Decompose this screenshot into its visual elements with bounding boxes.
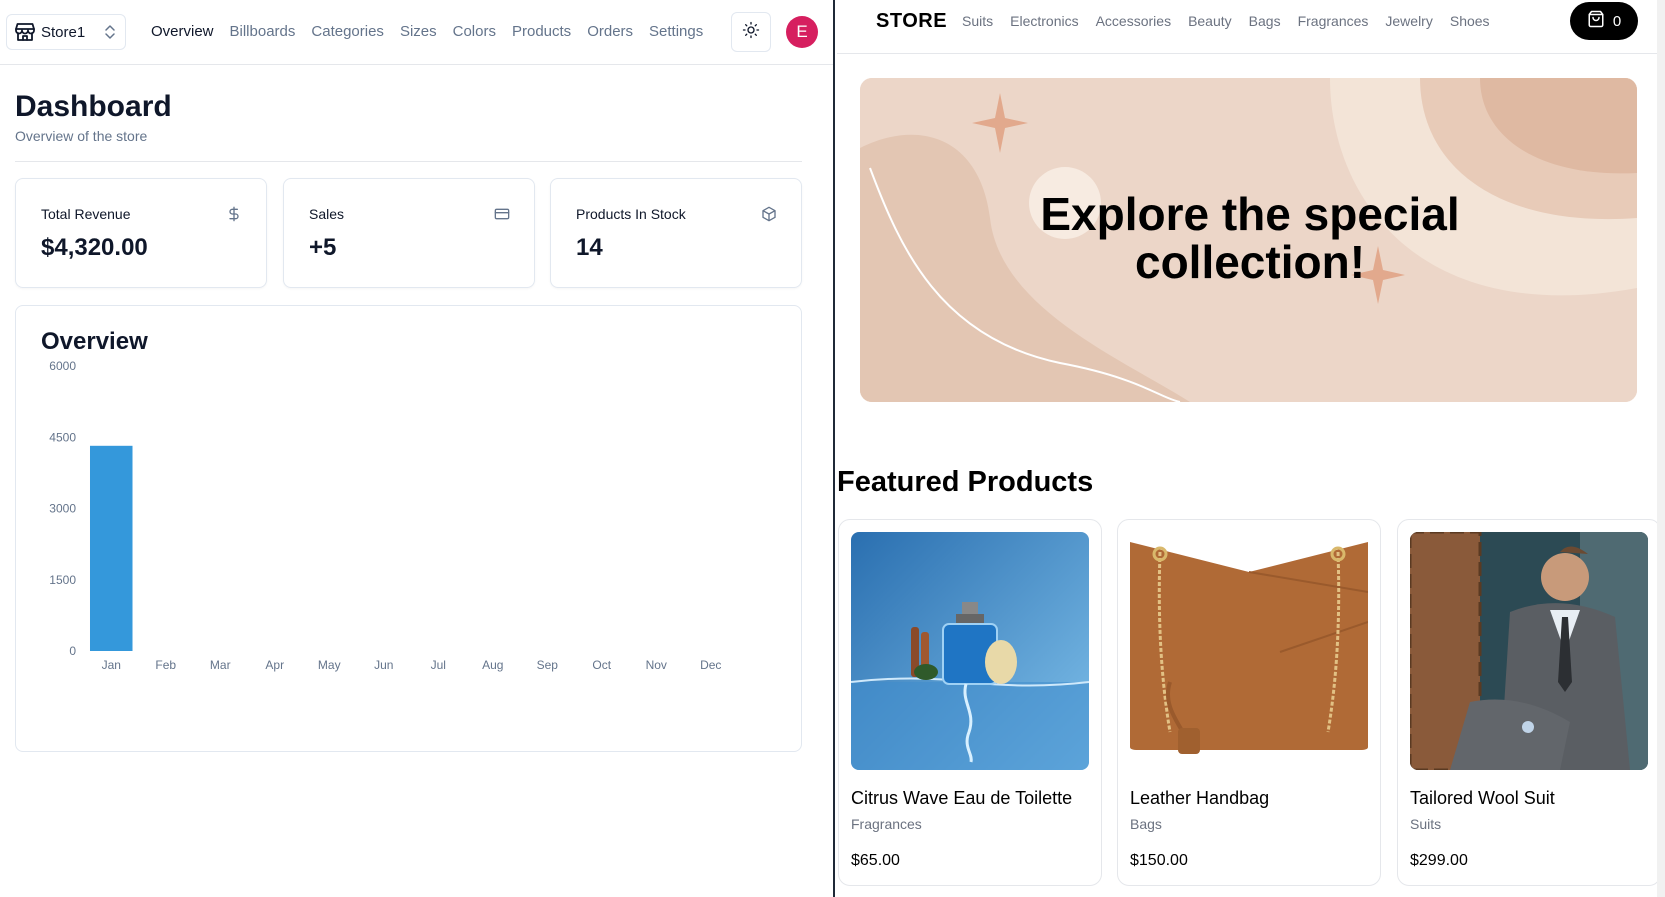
x-tick-label: May bbox=[318, 658, 341, 672]
store-cat-beauty[interactable]: Beauty bbox=[1188, 13, 1232, 29]
x-tick-label: Aug bbox=[482, 658, 503, 672]
y-tick-label: 4500 bbox=[49, 430, 76, 444]
store-cat-electronics[interactable]: Electronics bbox=[1010, 13, 1078, 29]
store-cat-shoes[interactable]: Shoes bbox=[1450, 13, 1490, 29]
store-cat-suits[interactable]: Suits bbox=[962, 13, 993, 29]
x-tick-label: Feb bbox=[155, 658, 176, 672]
stat-value: $4,320.00 bbox=[41, 234, 148, 261]
product-image-handbag[interactable] bbox=[1130, 532, 1368, 770]
x-tick-label: Oct bbox=[592, 658, 611, 672]
product-card[interactable]: Tailored Wool Suit Suits $299.00 bbox=[1397, 519, 1661, 886]
y-tick-label: 6000 bbox=[49, 359, 76, 373]
product-name[interactable]: Tailored Wool Suit bbox=[1410, 788, 1555, 809]
user-avatar[interactable]: E bbox=[786, 16, 818, 48]
product-category: Suits bbox=[1410, 816, 1442, 832]
nav-billboards[interactable]: Billboards bbox=[230, 23, 296, 40]
overview-chart-card: Overview 0 1500 3000 4500 6000 Jan Feb Mar Apr Ma… bbox=[15, 305, 802, 752]
x-tick-label: Mar bbox=[210, 658, 231, 672]
package-icon bbox=[761, 206, 777, 222]
cart-button[interactable]: 0 bbox=[1570, 2, 1638, 40]
product-price: $150.00 bbox=[1130, 852, 1188, 869]
product-card[interactable]: Leather Handbag Bags $150.00 bbox=[1117, 519, 1381, 886]
stat-value: 14 bbox=[576, 234, 603, 261]
admin-navbar: Store1 Overview Billboards Categories Si… bbox=[0, 0, 833, 65]
x-tick-label: Sep bbox=[537, 658, 559, 672]
x-tick-label: Jan bbox=[102, 658, 121, 672]
nav-settings[interactable]: Settings bbox=[649, 23, 703, 40]
nav-categories[interactable]: Categories bbox=[311, 23, 384, 40]
dollar-sign-icon bbox=[226, 206, 242, 222]
overview-bar-chart: 0 1500 3000 4500 6000 Jan Feb Mar Apr May Jun Jul Au… bbox=[49, 359, 721, 672]
store-cat-jewelry[interactable]: Jewelry bbox=[1385, 13, 1432, 29]
x-tick-label: Jul bbox=[431, 658, 446, 672]
x-tick-label: Jun bbox=[374, 658, 393, 672]
stat-label: Total Revenue bbox=[41, 206, 131, 222]
nav-orders[interactable]: Orders bbox=[587, 23, 633, 40]
product-category: Fragrances bbox=[851, 816, 922, 832]
product-name[interactable]: Leather Handbag bbox=[1130, 788, 1269, 809]
store-category-links: Suits Electronics Accessories Beauty Bag… bbox=[962, 13, 1507, 29]
separator bbox=[15, 161, 802, 162]
store-cat-fragrances[interactable]: Fragrances bbox=[1298, 13, 1369, 29]
product-price: $65.00 bbox=[851, 852, 900, 869]
store-logo[interactable]: STORE bbox=[876, 10, 947, 33]
x-tick-label: Apr bbox=[265, 658, 284, 672]
credit-card-icon bbox=[494, 206, 510, 222]
product-category: Bags bbox=[1130, 816, 1162, 832]
store-cat-bags[interactable]: Bags bbox=[1249, 13, 1281, 29]
store-switcher-label: Store1 bbox=[41, 23, 86, 41]
nav-colors[interactable]: Colors bbox=[453, 23, 496, 40]
y-tick-label: 0 bbox=[69, 644, 76, 658]
featured-products-title: Featured Products bbox=[837, 466, 1094, 498]
billboard-heading: Explore the special collection! bbox=[1010, 190, 1490, 286]
admin-nav-links: Overview Billboards Categories Sizes Col… bbox=[151, 23, 719, 40]
y-tick-label: 3000 bbox=[49, 502, 76, 516]
store-navbar: STORE Suits Electronics Accessories Beau… bbox=[837, 0, 1665, 54]
cart-count: 0 bbox=[1612, 12, 1622, 30]
y-tick-label: 1500 bbox=[49, 573, 76, 587]
x-tick-label: Nov bbox=[646, 658, 667, 672]
nav-sizes[interactable]: Sizes bbox=[400, 23, 437, 40]
bar-jan bbox=[89, 445, 133, 651]
stat-card-total-revenue: Total Revenue $4,320.00 bbox=[15, 178, 267, 288]
stat-card-sales: Sales +5 bbox=[283, 178, 535, 288]
nav-overview[interactable]: Overview bbox=[151, 23, 214, 40]
stat-label: Products In Stock bbox=[576, 206, 686, 222]
chevrons-up-down-icon bbox=[103, 23, 117, 41]
billboard-line-1: Explore the special bbox=[1040, 188, 1460, 240]
product-card[interactable]: Citrus Wave Eau de Toilette Fragrances $… bbox=[838, 519, 1102, 886]
nav-products[interactable]: Products bbox=[512, 23, 571, 40]
billboard-banner: Explore the special collection! bbox=[860, 78, 1637, 402]
theme-toggle-button[interactable] bbox=[731, 12, 771, 52]
billboard-line-2: collection! bbox=[1134, 236, 1366, 288]
storefront: STORE Suits Electronics Accessories Beau… bbox=[837, 0, 1665, 897]
page-subtitle: Overview of the store bbox=[15, 128, 148, 144]
stat-value: +5 bbox=[309, 234, 337, 261]
page-scrollbar[interactable] bbox=[1657, 0, 1665, 897]
admin-dashboard: Store1 Overview Billboards Categories Si… bbox=[0, 0, 835, 897]
x-tick-label: Dec bbox=[700, 658, 721, 672]
store-cat-accessories[interactable]: Accessories bbox=[1096, 13, 1171, 29]
store-switcher[interactable]: Store1 bbox=[6, 14, 126, 50]
product-price: $299.00 bbox=[1410, 852, 1468, 869]
stat-card-products-in-stock: Products In Stock 14 bbox=[550, 178, 802, 288]
shopping-bag-icon bbox=[1587, 10, 1605, 32]
product-name[interactable]: Citrus Wave Eau de Toilette bbox=[851, 788, 1072, 809]
sun-icon bbox=[742, 21, 760, 44]
product-image-suit[interactable] bbox=[1410, 532, 1648, 770]
page-title: Dashboard bbox=[15, 90, 172, 123]
product-image-perfume[interactable] bbox=[851, 532, 1089, 770]
stat-label: Sales bbox=[309, 206, 345, 222]
store-icon bbox=[13, 20, 37, 44]
